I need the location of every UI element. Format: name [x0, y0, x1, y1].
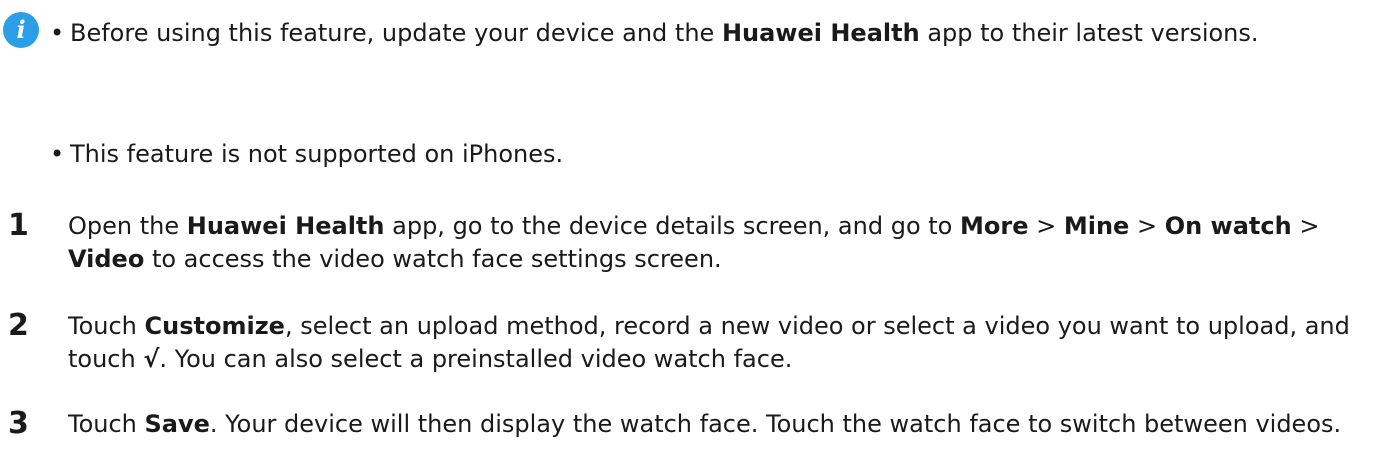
step-number: 3: [8, 406, 29, 441]
step-text: Touch Customize, select an upload method…: [68, 312, 1350, 373]
step-number: 2: [8, 308, 29, 343]
info-icon: i: [3, 12, 39, 48]
note-item: • This feature is not supported on iPhon…: [50, 129, 1330, 179]
note-text: Before using this feature, update your d…: [70, 19, 1259, 47]
note-text: This feature is not supported on iPhones…: [70, 140, 564, 168]
bullet: •: [50, 140, 65, 168]
note-item: • Before using this feature, update your…: [50, 8, 1330, 58]
step-text: Open the Huawei Health app, go to the de…: [68, 212, 1320, 273]
bullet: •: [50, 19, 65, 47]
step-text: Touch Save. Your device will then displa…: [68, 410, 1342, 438]
step-number: 1: [8, 208, 29, 243]
